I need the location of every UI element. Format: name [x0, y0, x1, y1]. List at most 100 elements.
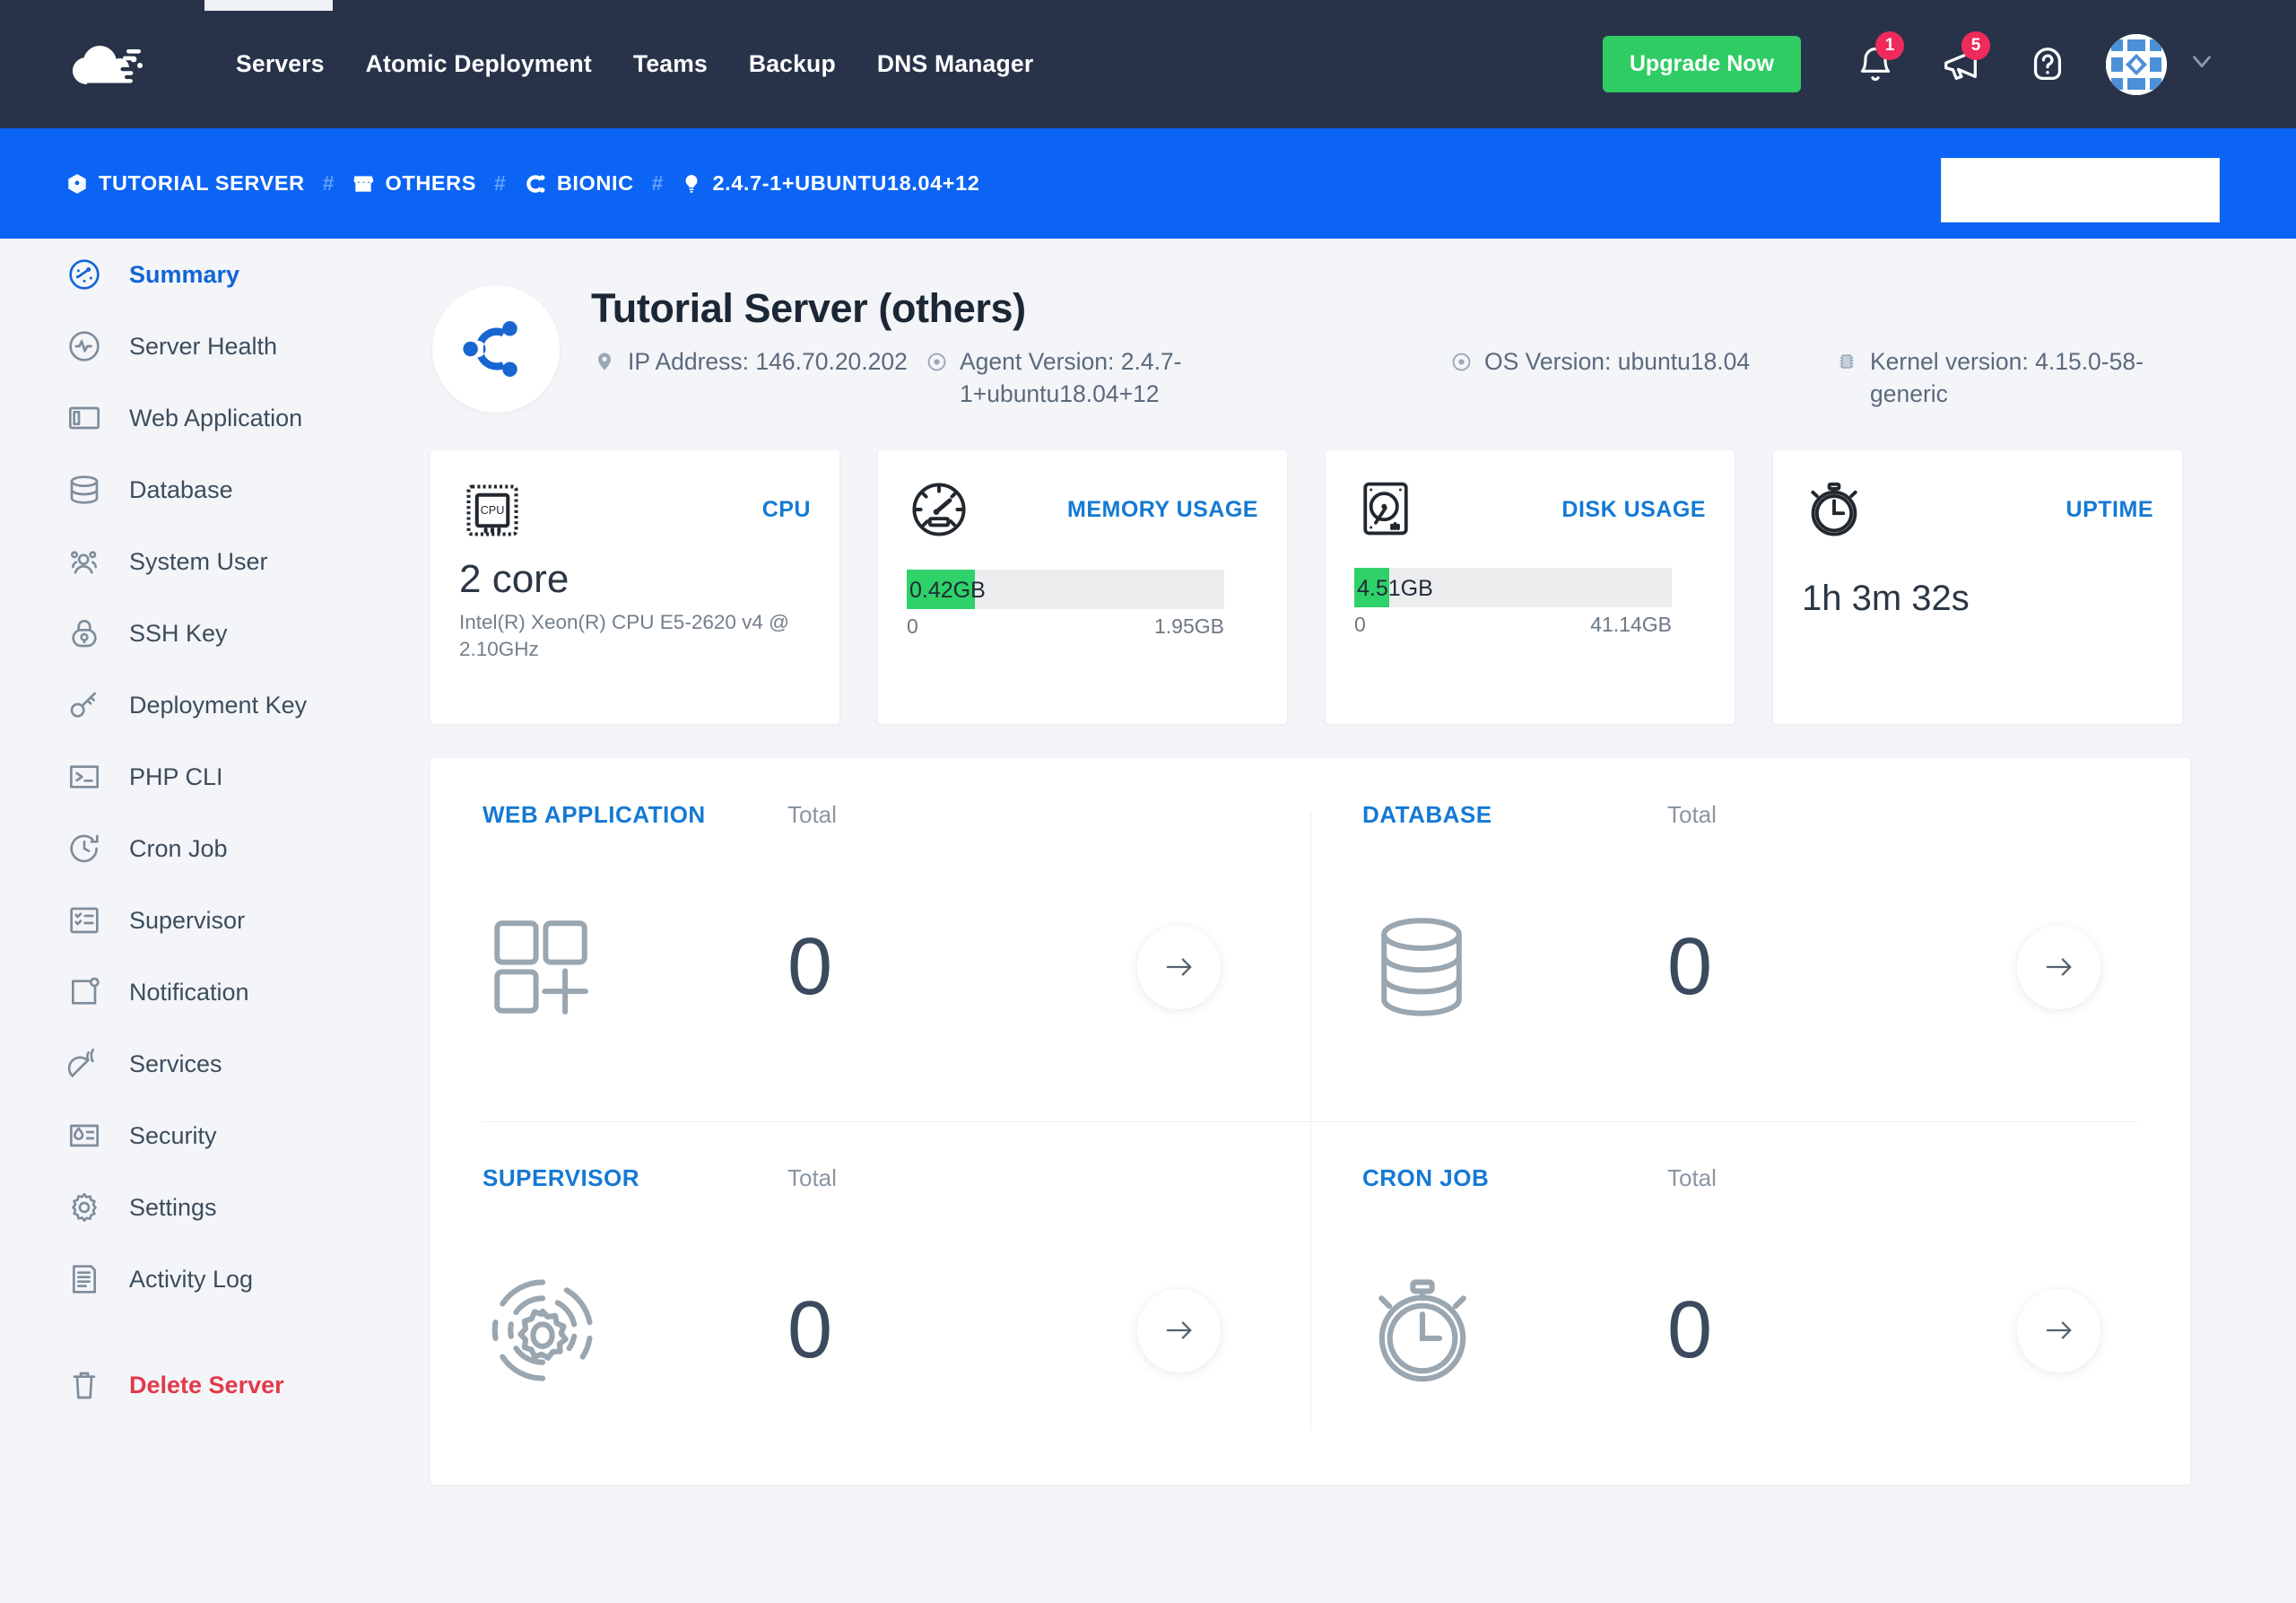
sidebar-item-activity-log[interactable]: Activity Log — [0, 1243, 430, 1315]
web-application-panel: WEB APPLICATION Total 0 — [430, 758, 1310, 1121]
breadcrumb-item-server[interactable]: TUTORIAL SERVER — [65, 171, 305, 196]
svg-text:CPU: CPU — [481, 504, 505, 517]
sidebar-label-activity-log: Activity Log — [129, 1265, 254, 1293]
cron-job-total-label: Total — [1667, 1164, 1717, 1191]
database-total-label: Total — [1667, 801, 1717, 828]
server-meta-ip: IP Address: 146.70.20.202 — [591, 346, 923, 411]
sidebar-item-web-application[interactable]: Web Application — [0, 382, 430, 454]
server-meta-os: OS Version: ubuntu18.04 — [1448, 346, 1833, 411]
database-arrow-button[interactable] — [2017, 925, 2100, 1009]
sidebar-label-services: Services — [129, 1050, 222, 1077]
nav-link-backup[interactable]: Backup — [728, 50, 857, 78]
chevron-down-icon[interactable] — [2187, 46, 2217, 83]
cpu-core-count: 2 core — [459, 557, 570, 601]
server-summary-page: Servers Atomic Deployment Teams Backup D… — [0, 0, 2296, 1603]
breadcrumb-side-box[interactable] — [1941, 158, 2220, 222]
sidebar-label-system-user: System User — [129, 547, 268, 575]
sidebar-label-web-application: Web Application — [129, 404, 303, 431]
web-application-panel-title: WEB APPLICATION — [483, 801, 706, 828]
nav-link-dns-manager[interactable]: DNS Manager — [857, 50, 1055, 78]
server-meta-agent-text: Agent Version: 2.4.7-1+ubuntu18.04+12 — [960, 348, 1182, 407]
memory-scale-min: 0 — [907, 614, 918, 638]
sidebar-item-notification[interactable]: Notification — [0, 956, 430, 1028]
cron-job-panel: CRON JOB Total 0 — [1310, 1121, 2190, 1485]
location-pin-icon — [591, 351, 618, 372]
memory-usage-card: MEMORY USAGE 0.42GB 0 1.95GB — [878, 450, 1287, 724]
sidebar-item-summary[interactable]: Summary — [0, 239, 430, 310]
server-meta-kernel-text: Kernel version: 4.15.0-58-generic — [1870, 348, 2144, 407]
sidebar-item-settings[interactable]: Settings — [0, 1172, 430, 1243]
key-icon — [65, 685, 104, 725]
breadcrumb-item-os[interactable]: BIONIC — [524, 171, 634, 196]
speedometer-icon — [907, 477, 971, 546]
clock-refresh-icon — [65, 829, 104, 868]
memory-scale-max: 1.95GB — [1154, 614, 1224, 638]
cpu-card: CPU CPU 2 core Intel(R) Xeon(R) CPU E5-2… — [430, 450, 839, 724]
server-header: Tutorial Server (others) IP Address: 146… — [430, 239, 2296, 413]
breadcrumb-label-agent-version: 2.4.7-1+UBUNTU18.04+12 — [712, 171, 980, 195]
megaphone-badge-count: 5 — [1961, 30, 1990, 60]
sidebar-item-system-user[interactable]: System User — [0, 526, 430, 597]
target-circle-icon — [923, 351, 950, 373]
sidebar-item-php-cli[interactable]: PHP CLI — [0, 741, 430, 813]
sidebar-label-database: Database — [129, 475, 233, 503]
supervisor-panel-title: SUPERVISOR — [483, 1164, 640, 1191]
web-application-arrow-button[interactable] — [1137, 925, 1221, 1009]
sidebar-item-security[interactable]: Security — [0, 1100, 430, 1172]
sidebar-item-database[interactable]: Database — [0, 454, 430, 526]
uptime-value: 1h 3m 32s — [1802, 579, 1970, 618]
sidebar-item-server-health[interactable]: Server Health — [0, 310, 430, 382]
server-meta-kernel: Kernel version: 4.15.0-58-generic — [1833, 346, 2192, 411]
heartbeat-icon — [65, 327, 104, 366]
sidebar-label-supervisor: Supervisor — [129, 906, 246, 934]
sidebar-item-services[interactable]: Services — [0, 1028, 430, 1100]
stopwatch-icon — [1802, 477, 1866, 546]
user-avatar[interactable] — [2106, 33, 2167, 95]
memory-bar-scale: 0 1.95GB — [907, 614, 1224, 639]
sidebar-item-cron-job[interactable]: Cron Job — [0, 813, 430, 884]
top-nav-actions: Upgrade Now 1 5 — [1602, 0, 2217, 128]
cloudways-cloud-logo[interactable] — [69, 39, 146, 90]
database-panel: DATABASE Total 0 — [1310, 758, 2190, 1121]
nav-link-servers[interactable]: Servers — [215, 50, 345, 78]
sidebar-item-deployment-key[interactable]: Deployment Key — [0, 669, 430, 741]
sidebar-label-ssh-key: SSH Key — [129, 619, 228, 647]
sidebar-label-security: Security — [129, 1121, 217, 1149]
sidebar-item-supervisor[interactable]: Supervisor — [0, 884, 430, 956]
cron-job-arrow-button[interactable] — [2017, 1288, 2100, 1372]
sidebar-label-summary: Summary — [129, 260, 240, 288]
memory-used-value: 0.42GB — [909, 578, 986, 603]
sidebar-label-php-cli: PHP CLI — [129, 762, 223, 790]
database-count: 0 — [1667, 921, 1713, 1012]
breadcrumb-separator: # — [494, 171, 506, 195]
announcements-megaphone-button[interactable]: 5 — [1934, 30, 1990, 92]
nav-link-atomic-deployment[interactable]: Atomic Deployment — [345, 50, 613, 78]
breadcrumb-item-agent-version[interactable]: 2.4.7-1+UBUNTU18.04+12 — [681, 171, 979, 196]
notifications-bell-button[interactable]: 1 — [1848, 30, 1904, 92]
server-meta-ip-text: IP Address: 146.70.20.202 — [628, 348, 908, 375]
breadcrumb-item-project[interactable]: OTHERS — [352, 171, 476, 196]
upgrade-now-button[interactable]: Upgrade Now — [1602, 36, 1801, 92]
app-grid-plus-icon — [483, 909, 787, 1025]
cpu-card-label: CPU — [761, 497, 811, 522]
top-navigation-bar: Servers Atomic Deployment Teams Backup D… — [0, 0, 2296, 128]
web-application-count: 0 — [787, 921, 833, 1012]
disk-usage-card: DISK USAGE 4.51GB 0 41.14GB — [1326, 450, 1735, 724]
cron-job-count: 0 — [1667, 1285, 1713, 1375]
sidebar-item-delete-server[interactable]: Delete Server — [0, 1349, 430, 1421]
supervisor-count: 0 — [787, 1285, 833, 1375]
cron-job-panel-title: CRON JOB — [1362, 1164, 1490, 1191]
supervisor-arrow-button[interactable] — [1137, 1288, 1221, 1372]
cpu-model: Intel(R) Xeon(R) CPU E5-2620 v4 @ 2.10GH… — [459, 611, 789, 661]
sidebar-label-cron-job: Cron Job — [129, 834, 228, 862]
uptime-card-label: UPTIME — [2066, 497, 2153, 522]
nav-link-teams[interactable]: Teams — [613, 50, 728, 78]
target-circle-icon — [1448, 351, 1474, 373]
gear-icon — [65, 1188, 104, 1227]
help-question-icon[interactable] — [2020, 37, 2075, 92]
disk-card-label: DISK USAGE — [1561, 497, 1706, 522]
database-panel-title: DATABASE — [1362, 801, 1492, 828]
gear-target-icon — [483, 1270, 787, 1390]
sidebar-item-ssh-key[interactable]: SSH Key — [0, 597, 430, 669]
supervisor-total-label: Total — [787, 1164, 837, 1191]
